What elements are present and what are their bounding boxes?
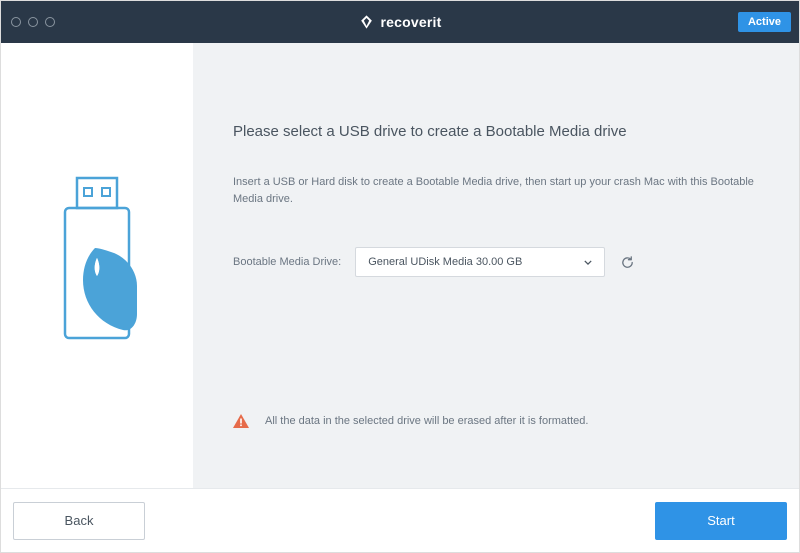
drive-select-label: Bootable Media Drive: (233, 256, 341, 268)
brand-name: recoverit (381, 14, 442, 30)
drive-select-row: Bootable Media Drive: General UDisk Medi… (233, 247, 759, 277)
left-panel (1, 43, 193, 488)
active-badge: Active (738, 12, 791, 32)
usb-drive-icon (47, 176, 147, 356)
warning-icon (233, 414, 249, 428)
drive-select-value: General UDisk Media 30.00 GB (368, 256, 522, 268)
brand: recoverit (359, 14, 442, 30)
page-heading: Please select a USB drive to create a Bo… (233, 123, 759, 140)
chevron-down-icon (584, 260, 592, 265)
refresh-button[interactable] (619, 254, 635, 270)
maximize-window-button[interactable] (45, 17, 55, 27)
drive-select-dropdown[interactable]: General UDisk Media 30.00 GB (355, 247, 605, 277)
minimize-window-button[interactable] (28, 17, 38, 27)
warning-text: All the data in the selected drive will … (265, 415, 588, 427)
close-window-button[interactable] (11, 17, 21, 27)
content-area: Please select a USB drive to create a Bo… (1, 43, 799, 488)
footer: Back Start (1, 488, 799, 552)
start-button[interactable]: Start (655, 502, 787, 540)
window-controls (11, 17, 55, 27)
brand-logo-icon (359, 14, 375, 30)
refresh-icon (620, 255, 635, 270)
warning-row: All the data in the selected drive will … (233, 414, 588, 428)
back-button[interactable]: Back (13, 502, 145, 540)
right-panel: Please select a USB drive to create a Bo… (193, 43, 799, 488)
titlebar: recoverit Active (1, 1, 799, 43)
instruction-text: Insert a USB or Hard disk to create a Bo… (233, 174, 759, 207)
